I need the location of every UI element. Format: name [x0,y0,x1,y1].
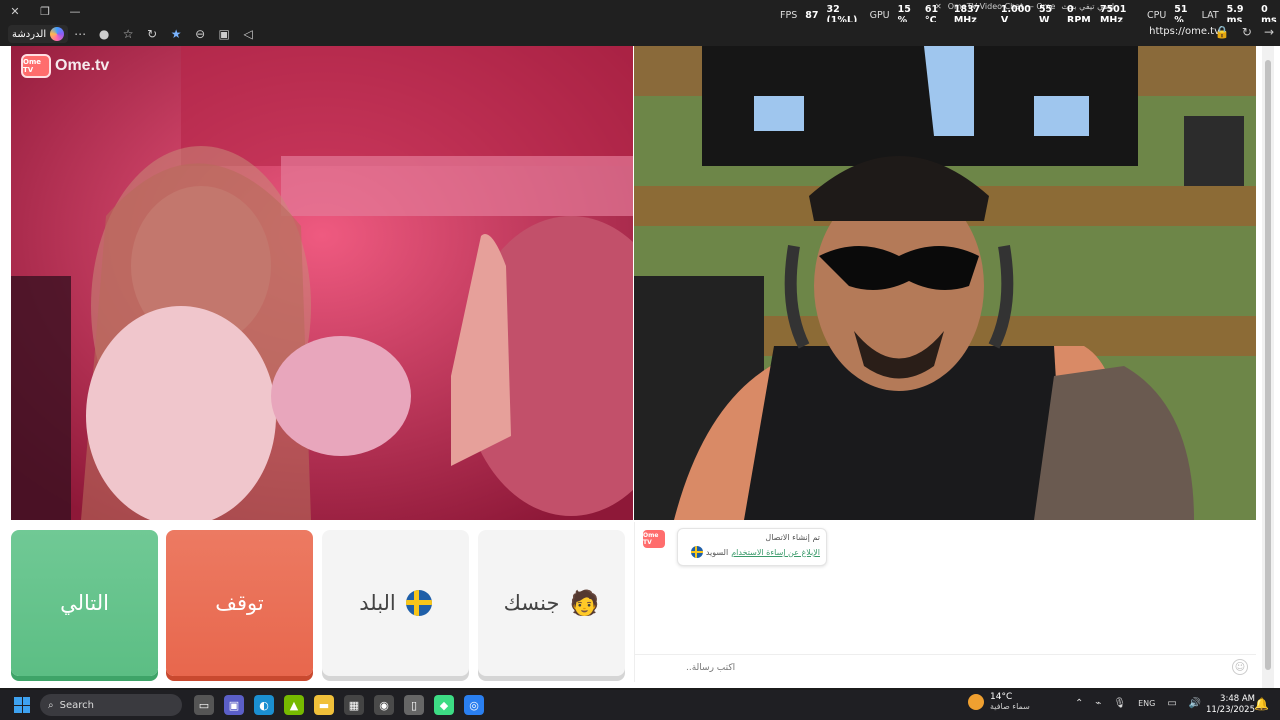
favorites-icon[interactable]: ☆ [116,27,140,41]
more-icon[interactable]: ⋯ [68,27,92,41]
next-button[interactable]: التالي [11,530,158,676]
edge-icon[interactable]: ◐ [254,695,274,715]
gender-button[interactable]: جنسك 🧑 [478,530,625,676]
search-label: Search [59,699,94,711]
minimize-window-icon[interactable]: — [60,5,90,18]
reader-icon[interactable]: ▣ [212,27,236,41]
forward-icon[interactable]: → [1264,25,1274,39]
sweden-flag-icon [405,590,432,616]
chrome-icon[interactable]: ◉ [374,695,394,715]
display-icon[interactable]: ▭ [1167,698,1176,709]
page: Ome TV Ome.tv التالي توقف البلد جنسك 🧑 O… [0,46,1280,688]
fps-value: 87 [805,9,819,21]
profile-icon[interactable]: ● [92,27,116,41]
chat-input-bar: ☺ [635,654,1256,680]
ometv-logo[interactable]: Ome TV Ome.tv [21,54,109,78]
start-icon[interactable] [14,697,30,713]
country-button-label: البلد [359,591,396,615]
chat-panel: Ome TV تم إنشاء الاتصال الإبلاغ عن إساءة… [634,522,1256,682]
weather-icon [968,693,984,710]
temperature: 14°C [990,692,1013,702]
notification-icon[interactable]: 🔔 [1254,697,1269,711]
fps-label: FPS [780,9,798,21]
stop-button-label: توقف [215,591,264,615]
lock-icon[interactable]: 🔒 [1215,25,1230,39]
volume-icon[interactable]: 🔊 [1189,698,1201,709]
sweden-flag-small-icon [690,546,703,558]
taskbar-search[interactable]: ⌕ Search [40,694,182,716]
stranger-video-frame [11,46,633,520]
teams-icon[interactable]: ▣ [224,695,244,715]
stranger-video: Ome TV Ome.tv [11,46,633,520]
system-tray: ⌃ ⌁ 🎙 ENG ▭ 🔊 [1075,698,1201,709]
chevron-up-icon[interactable]: ⌃ [1075,698,1083,709]
connection-message: تم إنشاء الاتصال [765,533,820,542]
time: 3:48 AM [1220,694,1255,704]
windows-taskbar: ⌕ Search ▭ ▣ ◐ ▲ ▬ ▦ ◉ ▯ ◆ ◎ 14°C سماء ص… [0,690,1280,720]
nvidia-icon[interactable]: ▲ [284,695,304,715]
android-icon[interactable]: ◆ [434,695,454,715]
self-video [634,46,1256,520]
logo-text: Ome.tv [55,57,110,74]
date: 11/23/2025 [1206,705,1255,715]
network-icon[interactable]: ⌁ [1095,698,1101,709]
weather-widget[interactable]: 14°C سماء صافية [968,692,1030,711]
ometv-avatar-icon: Ome TV [643,530,665,548]
logo-box: Ome TV [21,54,51,78]
reload-icon[interactable]: ↻ [1242,25,1252,39]
browser-toolbar: الدردشة ⋯ ● ☆ ↻ ★ ⊖ ▣ ◁ https://ome.tv 🔒… [0,22,1280,46]
messenger-icon[interactable]: ◎ [464,695,484,715]
message-input[interactable] [686,663,1246,673]
clock[interactable]: 3:48 AM 11/23/2025 [1206,694,1255,716]
microphone-icon[interactable]: 🎙 [1113,698,1126,709]
copilot-icon [50,27,65,41]
report-abuse-link[interactable]: الإبلاغ عن إساءة الاستخدام [731,548,820,557]
restore-window-icon[interactable]: ❐ [30,5,60,18]
favorite-star-icon[interactable]: ★ [164,27,188,41]
file-explorer-icon[interactable]: ▬ [314,695,334,715]
language-indicator[interactable]: ENG [1138,699,1155,708]
task-view-icon[interactable]: ▭ [194,695,214,715]
refresh-icon[interactable]: ↻ [140,27,164,41]
weather-condition: سماء صافية [990,702,1030,711]
search-icon: ⌕ [48,699,54,711]
gender-button-label: جنسك [503,591,560,615]
gpu-label: GPU [869,9,890,21]
country-button[interactable]: البلد [322,530,469,676]
lat-label: LAT [1201,9,1219,21]
close-window-icon[interactable]: ✕ [0,5,30,18]
person-icon: 🧑 [569,589,600,617]
scrollbar-thumb[interactable] [1265,60,1271,670]
copilot-chat-button[interactable]: الدردشة [8,25,69,43]
stop-button[interactable]: توقف [166,530,313,676]
country-name: السويد [705,547,729,557]
emoji-icon[interactable]: ☺ [1232,659,1248,675]
store-icon[interactable]: ▦ [344,695,364,715]
zoom-icon[interactable]: ⊖ [188,27,212,41]
system-message: تم إنشاء الاتصال الإبلاغ عن إساءة الاستخ… [677,528,827,566]
chat-button-label: الدردشة [12,28,47,40]
next-button-label: التالي [60,591,109,615]
app-icon[interactable]: ▯ [404,695,424,715]
cpu-label: CPU [1146,9,1167,21]
self-video-frame [634,46,1256,520]
page-scrollbar[interactable] [1262,46,1274,688]
sound-icon[interactable]: ◁ [236,27,260,41]
address-bar-url[interactable]: https://ome.tv [1149,26,1220,37]
